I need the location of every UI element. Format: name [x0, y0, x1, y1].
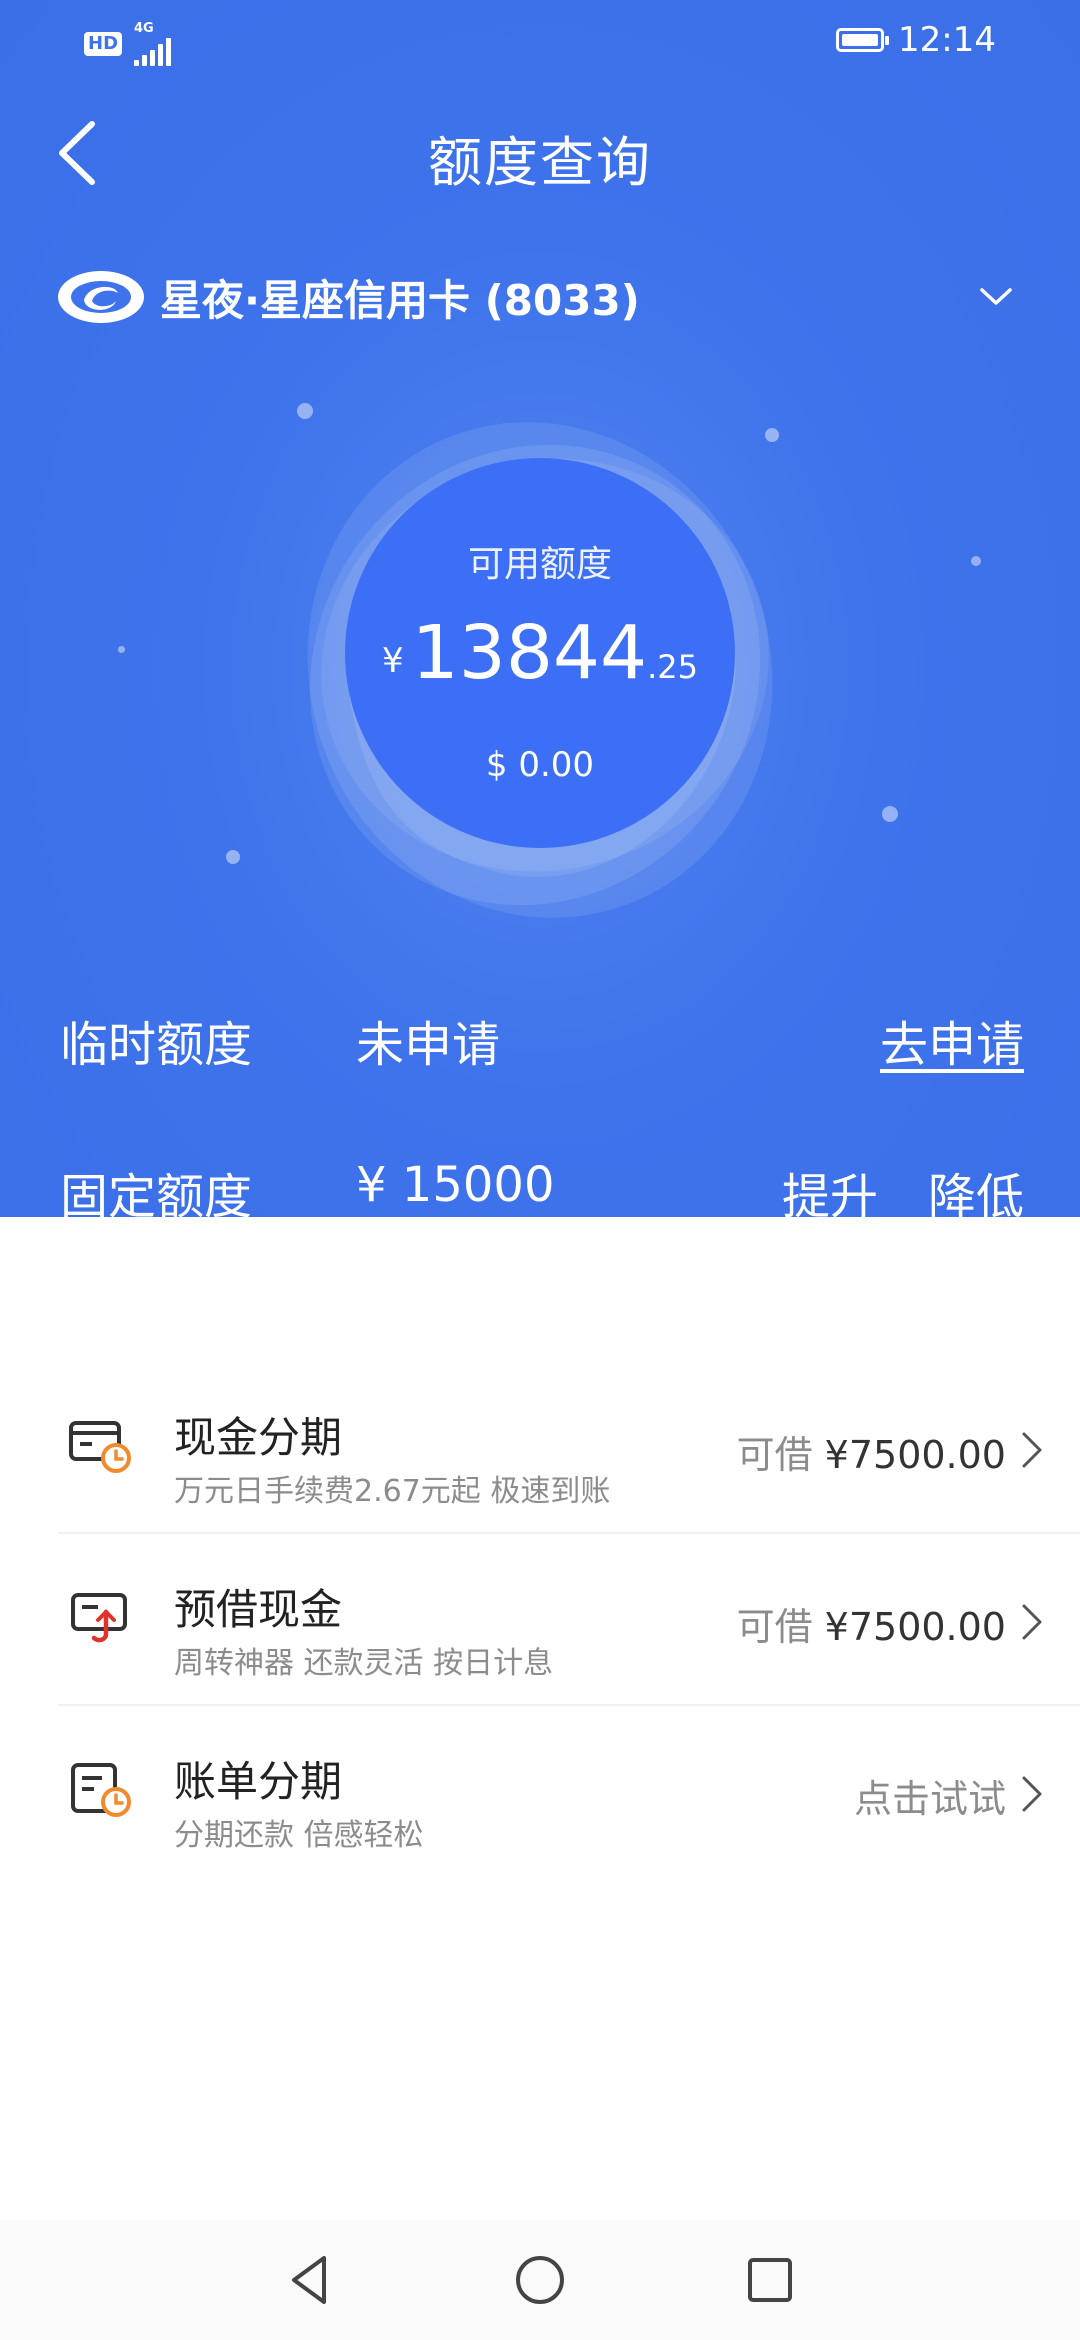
chevron-right-icon [1022, 1432, 1042, 1468]
service-amount: 可借 ¥7500.00 [737, 1596, 1006, 1651]
card-name: 星夜·星座信用卡 (8033) [160, 275, 640, 325]
services-list: 现金分期 万元日手续费2.67元起 极速到账 可借 ¥7500.00 预借现金 … [0, 1362, 1080, 1878]
network-type: 4G [134, 21, 154, 36]
sparkle-dot [882, 806, 898, 822]
amount-prefix: 可借 [736, 1433, 813, 1477]
battery-icon [836, 28, 890, 52]
try-it-label: 点击试试 [853, 1777, 1006, 1821]
temp-limit-label: 临时额度 [60, 1017, 253, 1073]
temp-limit-value: 未申请 [356, 1017, 501, 1073]
list-item-cash-installment[interactable]: 现金分期 万元日手续费2.67元起 极速到账 可借 ¥7500.00 [0, 1362, 1080, 1534]
service-desc: 分期还款 倍感轻松 [174, 1818, 424, 1853]
chevron-right-icon [1022, 1604, 1042, 1640]
bank-logo-icon [58, 271, 144, 323]
service-desc: 周转神器 还款灵活 按日计息 [174, 1646, 554, 1681]
apply-temp-limit-link[interactable]: 去申请 [880, 1005, 1024, 1075]
amount-decimal: .25 [647, 648, 698, 686]
chevron-right-icon [1022, 1776, 1042, 1812]
available-credit-amount: ¥13844.25 [0, 610, 1080, 696]
amount-value: ¥7500.00 [824, 1605, 1006, 1649]
increase-limit-link[interactable]: 提升 [782, 1157, 878, 1217]
service-action: 点击试试 [854, 1768, 1006, 1823]
sparkle-dot [226, 850, 240, 864]
amount-prefix: 可借 [736, 1605, 813, 1649]
cash-advance-icon [71, 1593, 127, 1643]
temp-limit-row: 临时额度 未申请 去申请 [60, 1005, 1024, 1075]
currency-symbol: ¥ [382, 641, 404, 681]
nav-recents-icon[interactable] [740, 2250, 800, 2310]
fixed-limit-value: ¥ 15000 [356, 1157, 555, 1213]
usd-amount: $ 0.00 [485, 745, 595, 785]
service-name: 现金分期 [174, 1413, 343, 1462]
sparkle-dot [765, 428, 779, 442]
amount-value: ¥7500.00 [824, 1433, 1006, 1477]
chevron-down-icon[interactable] [976, 276, 1016, 316]
signal-indicators: HD 4G [84, 21, 172, 66]
sparkle-dot [297, 403, 313, 419]
cash-installment-icon [69, 1421, 131, 1473]
nav-back-icon[interactable] [280, 2250, 340, 2310]
list-item-bill-installment[interactable]: 账单分期 分期还款 倍感轻松 点击试试 [0, 1706, 1080, 1878]
fixed-limit-label: 固定额度 [60, 1169, 253, 1217]
service-name: 账单分期 [174, 1757, 343, 1806]
available-credit-label: 可用额度 [467, 544, 612, 585]
bill-installment-icon [71, 1763, 131, 1817]
system-navigation-bar [0, 2220, 1080, 2340]
card-selector[interactable]: 星夜·星座信用卡 (8033) [56, 262, 1036, 332]
signal-icon: 4G [134, 21, 172, 66]
service-amount: 可借 ¥7500.00 [737, 1424, 1006, 1479]
service-desc: 万元日手续费2.67元起 极速到账 [174, 1474, 611, 1509]
clock: 12:14 [898, 20, 996, 60]
top-bar: 额度查询 [0, 100, 1080, 200]
page-title: 额度查询 [428, 131, 652, 194]
decrease-limit-link[interactable]: 降低 [928, 1157, 1024, 1217]
hd-icon: HD [84, 32, 123, 56]
list-item-cash-advance[interactable]: 预借现金 周转神器 还款灵活 按日计息 可借 ¥7500.00 [0, 1534, 1080, 1706]
fixed-limit-row: 固定额度 ¥ 15000 提升 降低 [60, 1157, 1024, 1217]
status-bar: HD 4G 12:14 [0, 0, 1080, 80]
amount-integer: 13844 [411, 610, 648, 696]
service-name: 预借现金 [174, 1585, 343, 1634]
credit-hero-panel: HD 4G 12:14 额度查询 星夜·星座信用卡 (8033) 可用额度 ¥ … [0, 0, 1080, 1217]
nav-home-icon[interactable] [510, 2250, 570, 2310]
